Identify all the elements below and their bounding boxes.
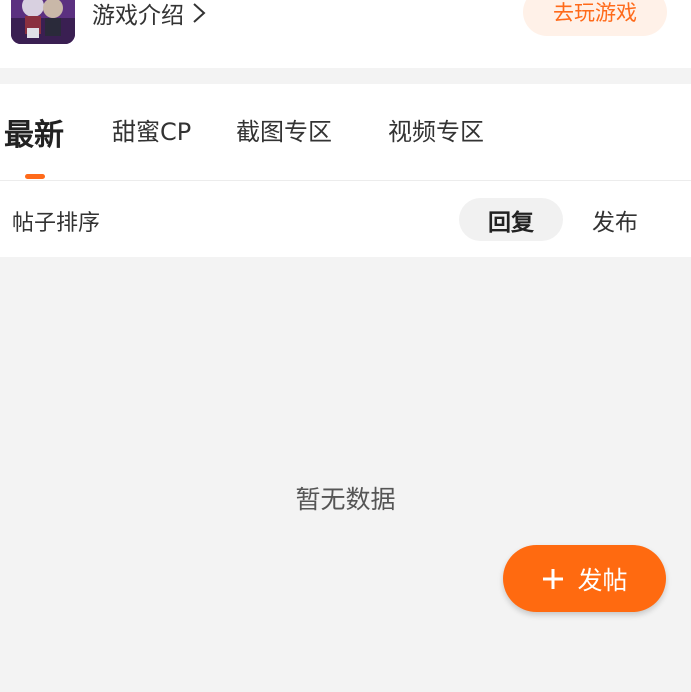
- game-intro-label: 游戏介绍: [92, 3, 184, 29]
- play-game-button[interactable]: 去玩游戏: [523, 0, 667, 36]
- plus-icon: [543, 568, 564, 589]
- chevron-right-icon: [193, 3, 206, 23]
- empty-state-text: 暂无数据: [295, 485, 396, 514]
- sort-title: 帖子排序: [12, 211, 101, 236]
- tab-sweet-cp[interactable]: 甜蜜CP: [112, 112, 191, 147]
- game-avatar-icon[interactable]: [11, 0, 75, 44]
- tab-screenshots[interactable]: 截图专区: [236, 112, 332, 147]
- sort-reply-button[interactable]: 回复: [459, 198, 563, 241]
- new-post-label: 发帖: [577, 565, 628, 595]
- tab-latest[interactable]: 最新: [4, 110, 64, 154]
- active-tab-indicator: [25, 174, 45, 179]
- game-intro-bar: 游戏介绍 去玩游戏: [0, 0, 691, 68]
- tab-videos[interactable]: 视频专区: [388, 112, 484, 147]
- new-post-button[interactable]: 发帖: [503, 545, 666, 612]
- sort-publish-button[interactable]: 发布: [563, 198, 667, 241]
- topic-tabs: 最新 甜蜜CP 截图专区 视频专区: [0, 84, 691, 181]
- game-intro-link[interactable]: 游戏介绍: [92, 0, 206, 29]
- sort-bar: 帖子排序 回复 发布: [0, 181, 691, 257]
